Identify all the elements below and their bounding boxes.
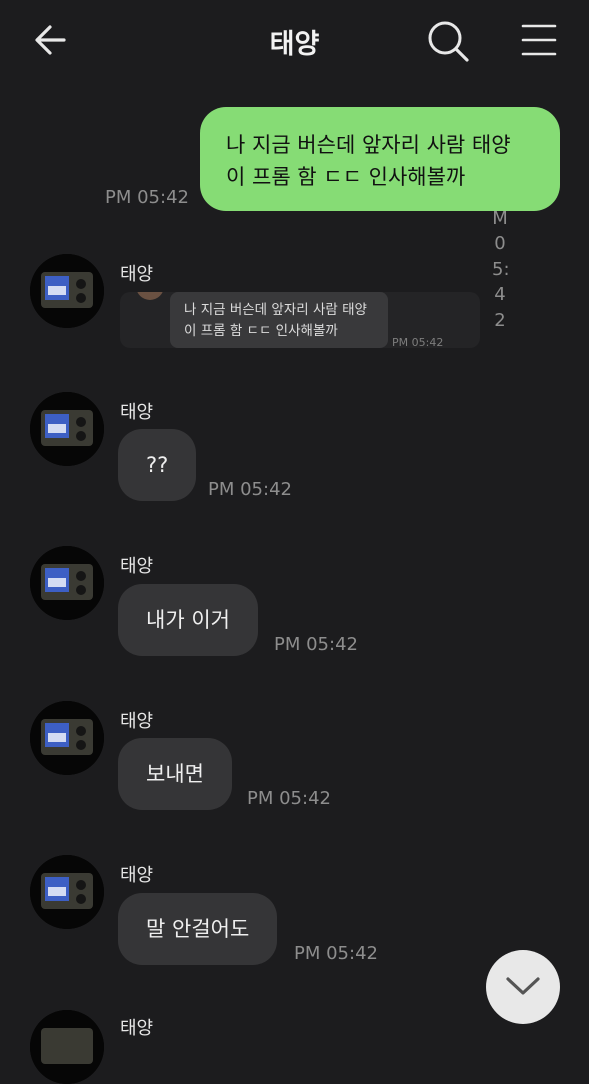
vertical-timestamp-char: 5:: [492, 258, 510, 280]
incoming-message-bubble[interactable]: 내가 이거: [118, 584, 258, 656]
message-time: PM 05:42: [274, 634, 358, 655]
outgoing-message-bubble[interactable]: 나 지금 버슨데 앞자리 사람 태양 이 프롬 함 ㄷㄷ 인사해볼까: [200, 107, 560, 211]
avatar[interactable]: [30, 855, 104, 929]
avatar[interactable]: [30, 392, 104, 466]
message-time: PM 05:42: [294, 943, 378, 964]
search-button[interactable]: [425, 18, 471, 64]
sender-name: 태양: [120, 556, 154, 577]
radio-avatar-image: [30, 701, 104, 775]
hamburger-menu-icon: [521, 24, 557, 56]
sender-name: 태양: [120, 402, 154, 423]
avatar[interactable]: [30, 1010, 104, 1084]
chat-title: 태양: [269, 29, 320, 60]
radio-avatar-image: [30, 1010, 104, 1084]
outgoing-message-line1: 나 지금 버슨데 앞자리 사람 태양: [226, 133, 511, 157]
outgoing-message-line2: 이 프롬 함 ㄷㄷ 인사해볼까: [226, 165, 466, 189]
screenshot-message-time: PM 05:42: [392, 336, 444, 348]
vertical-timestamp-char: 2: [494, 309, 506, 331]
sender-name: 태양: [120, 711, 154, 732]
chevron-down-icon: [506, 977, 540, 995]
screenshot-message-line2: 이 프롬 함 ㄷㄷ 인사해볼까: [184, 323, 338, 339]
vertical-timestamp-char: 0: [494, 233, 506, 255]
menu-button[interactable]: [519, 20, 559, 60]
avatar[interactable]: [30, 546, 104, 620]
search-icon: [428, 21, 469, 62]
message-time: PM 05:42: [247, 788, 331, 809]
sender-name: 태양: [120, 1018, 154, 1039]
incoming-message-bubble[interactable]: 말 안걸어도: [118, 893, 278, 965]
screenshot-message-bubble: 나 지금 버슨데 앞자리 사람 태양 이 프롬 함 ㄷㄷ 인사해볼까: [170, 292, 388, 348]
avatar[interactable]: [30, 701, 104, 775]
vertical-timestamp-char: 4: [494, 284, 506, 306]
vertical-timestamp: M 0 5: 4 2: [492, 206, 510, 333]
scroll-to-bottom-button[interactable]: [486, 950, 560, 1024]
screenshot-message-line1: 나 지금 버슨데 앞자리 사람 태양: [184, 302, 367, 318]
chat-header: 태양: [0, 0, 589, 82]
radio-avatar-image: [30, 254, 104, 328]
radio-avatar-image: [30, 392, 104, 466]
sender-name: 태양: [120, 264, 154, 285]
vertical-timestamp-char: M: [492, 208, 508, 229]
radio-avatar-image: [30, 855, 104, 929]
avatar[interactable]: [30, 254, 104, 328]
profile-thumbnail: [136, 292, 164, 300]
incoming-message-bubble[interactable]: 보내면: [118, 738, 232, 810]
message-time: PM 05:42: [208, 479, 292, 500]
sender-name: 태양: [120, 865, 154, 886]
outgoing-message-time: PM 05:42: [105, 187, 189, 208]
incoming-message-bubble[interactable]: ??: [118, 429, 197, 501]
screenshot-message-image[interactable]: 나 지금 버슨데 앞자리 사람 태양 이 프롬 함 ㄷㄷ 인사해볼까 PM 05…: [120, 292, 480, 348]
radio-avatar-image: [30, 546, 104, 620]
